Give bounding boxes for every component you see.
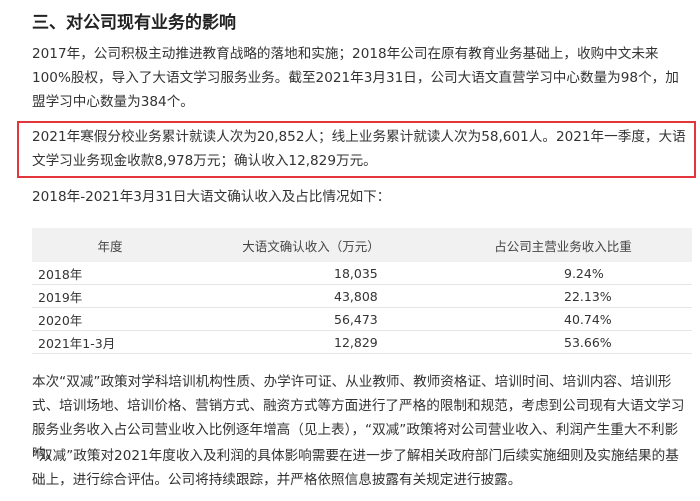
cell-revenue: 56,473 xyxy=(188,307,434,331)
revenue-table: 年度 大语文确认收入（万元） 占公司主营业务收入比重 2018年 18,035 … xyxy=(32,228,692,354)
section-heading: 三、对公司现有业务的影响 xyxy=(32,13,236,33)
cell-revenue: 18,035 xyxy=(188,262,434,285)
cell-share: 40.74% xyxy=(434,307,692,331)
table-row: 2018年 18,035 9.24% xyxy=(32,262,692,285)
table-row: 2020年 56,473 40.74% xyxy=(32,307,692,331)
cell-year: 2020年 xyxy=(32,307,188,331)
paragraph-assessment: “双减”政策对2021年度收入及利润的具体影响需要在进一步了解相关政府部门后续实… xyxy=(32,448,679,488)
table-row: 2019年 43,808 22.13% xyxy=(32,284,692,308)
table-header-row: 年度 大语文确认收入（万元） 占公司主营业务收入比重 xyxy=(32,228,692,262)
cell-share: 9.24% xyxy=(434,262,692,285)
article-page: 三、对公司现有业务的影响 2017年，公司积极主动推进教育战略的落地和实施；20… xyxy=(0,0,700,501)
cell-year: 2019年 xyxy=(32,284,188,308)
paragraph-table-intro: 2018年-2021年3月31日大语文确认收入及占比情况如下： xyxy=(32,189,391,205)
table-row: 2021年1-3月 12,829 53.66% xyxy=(32,330,692,354)
cell-revenue: 12,829 xyxy=(188,330,434,354)
header-year: 年度 xyxy=(32,228,188,262)
header-share: 占公司主营业务收入比重 xyxy=(434,228,692,262)
cell-year: 2018年 xyxy=(32,262,188,285)
cell-year: 2021年1-3月 xyxy=(32,330,188,354)
cell-share: 53.66% xyxy=(434,330,692,354)
paragraph-background: 2017年，公司积极主动推进教育战略的落地和实施；2018年公司在原有教育业务基… xyxy=(32,46,679,110)
header-revenue: 大语文确认收入（万元） xyxy=(188,228,434,262)
paragraph-highlighted: 2021年寒假分校业务累计就读人次为20,852人；线上业务累计就读人次为58,… xyxy=(32,129,686,169)
cell-revenue: 43,808 xyxy=(188,284,434,308)
cell-share: 22.13% xyxy=(434,284,692,308)
